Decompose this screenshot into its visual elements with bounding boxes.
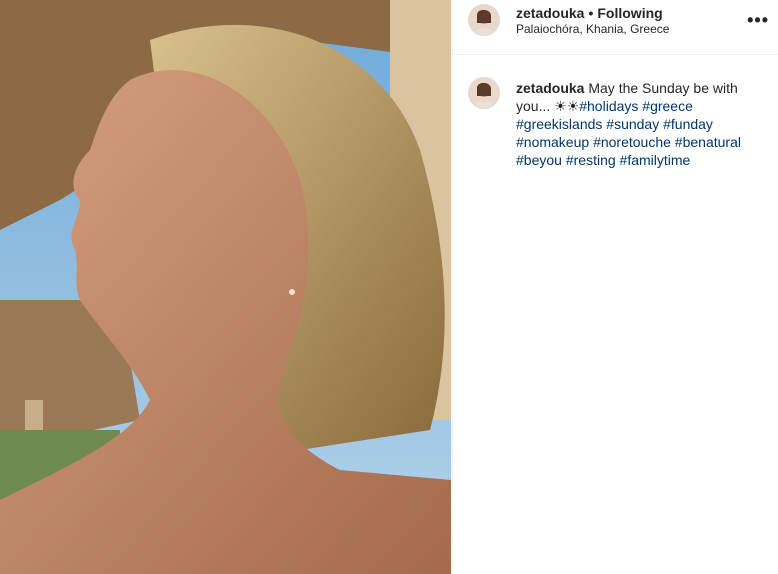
hashtag-link[interactable]: #sunday bbox=[606, 116, 659, 132]
author-avatar[interactable] bbox=[468, 4, 500, 36]
hashtag-link[interactable]: #benatural bbox=[675, 134, 741, 150]
hashtag-link[interactable]: #familytime bbox=[620, 152, 691, 168]
hashtag-link[interactable]: #resting bbox=[566, 152, 616, 168]
author-username[interactable]: zetadouka bbox=[516, 5, 584, 21]
caption-avatar[interactable] bbox=[468, 77, 500, 109]
hashtag-link[interactable]: #funday bbox=[663, 116, 713, 132]
hashtag-link[interactable]: #beyou bbox=[516, 152, 562, 168]
post-sidebar: zetadouka • Following Palaiochóra, Khania,… bbox=[452, 0, 778, 574]
post-header: zetadouka • Following Palaiochóra, Khania,… bbox=[453, 0, 778, 55]
hashtag-link[interactable]: #holidays bbox=[579, 98, 638, 114]
location-link[interactable]: Palaiochóra, Khania, Greece bbox=[516, 22, 669, 36]
hashtag-link[interactable]: #nomakeup bbox=[516, 134, 589, 150]
hashtag-link[interactable]: #noretouche bbox=[593, 134, 671, 150]
separator-dot: • bbox=[588, 5, 594, 21]
hashtag-link[interactable]: #greekislands bbox=[516, 116, 602, 132]
more-options-icon[interactable]: ••• bbox=[747, 10, 769, 31]
follow-button[interactable]: Following bbox=[597, 5, 662, 21]
header-line: zetadouka • Following bbox=[516, 5, 663, 21]
hashtag-link[interactable]: #greece bbox=[642, 98, 693, 114]
caption-text: zetadouka May the Sunday be with you... … bbox=[516, 79, 766, 169]
photo-image bbox=[0, 0, 451, 574]
caption-username[interactable]: zetadouka bbox=[516, 80, 584, 96]
post-photo[interactable] bbox=[0, 0, 451, 574]
